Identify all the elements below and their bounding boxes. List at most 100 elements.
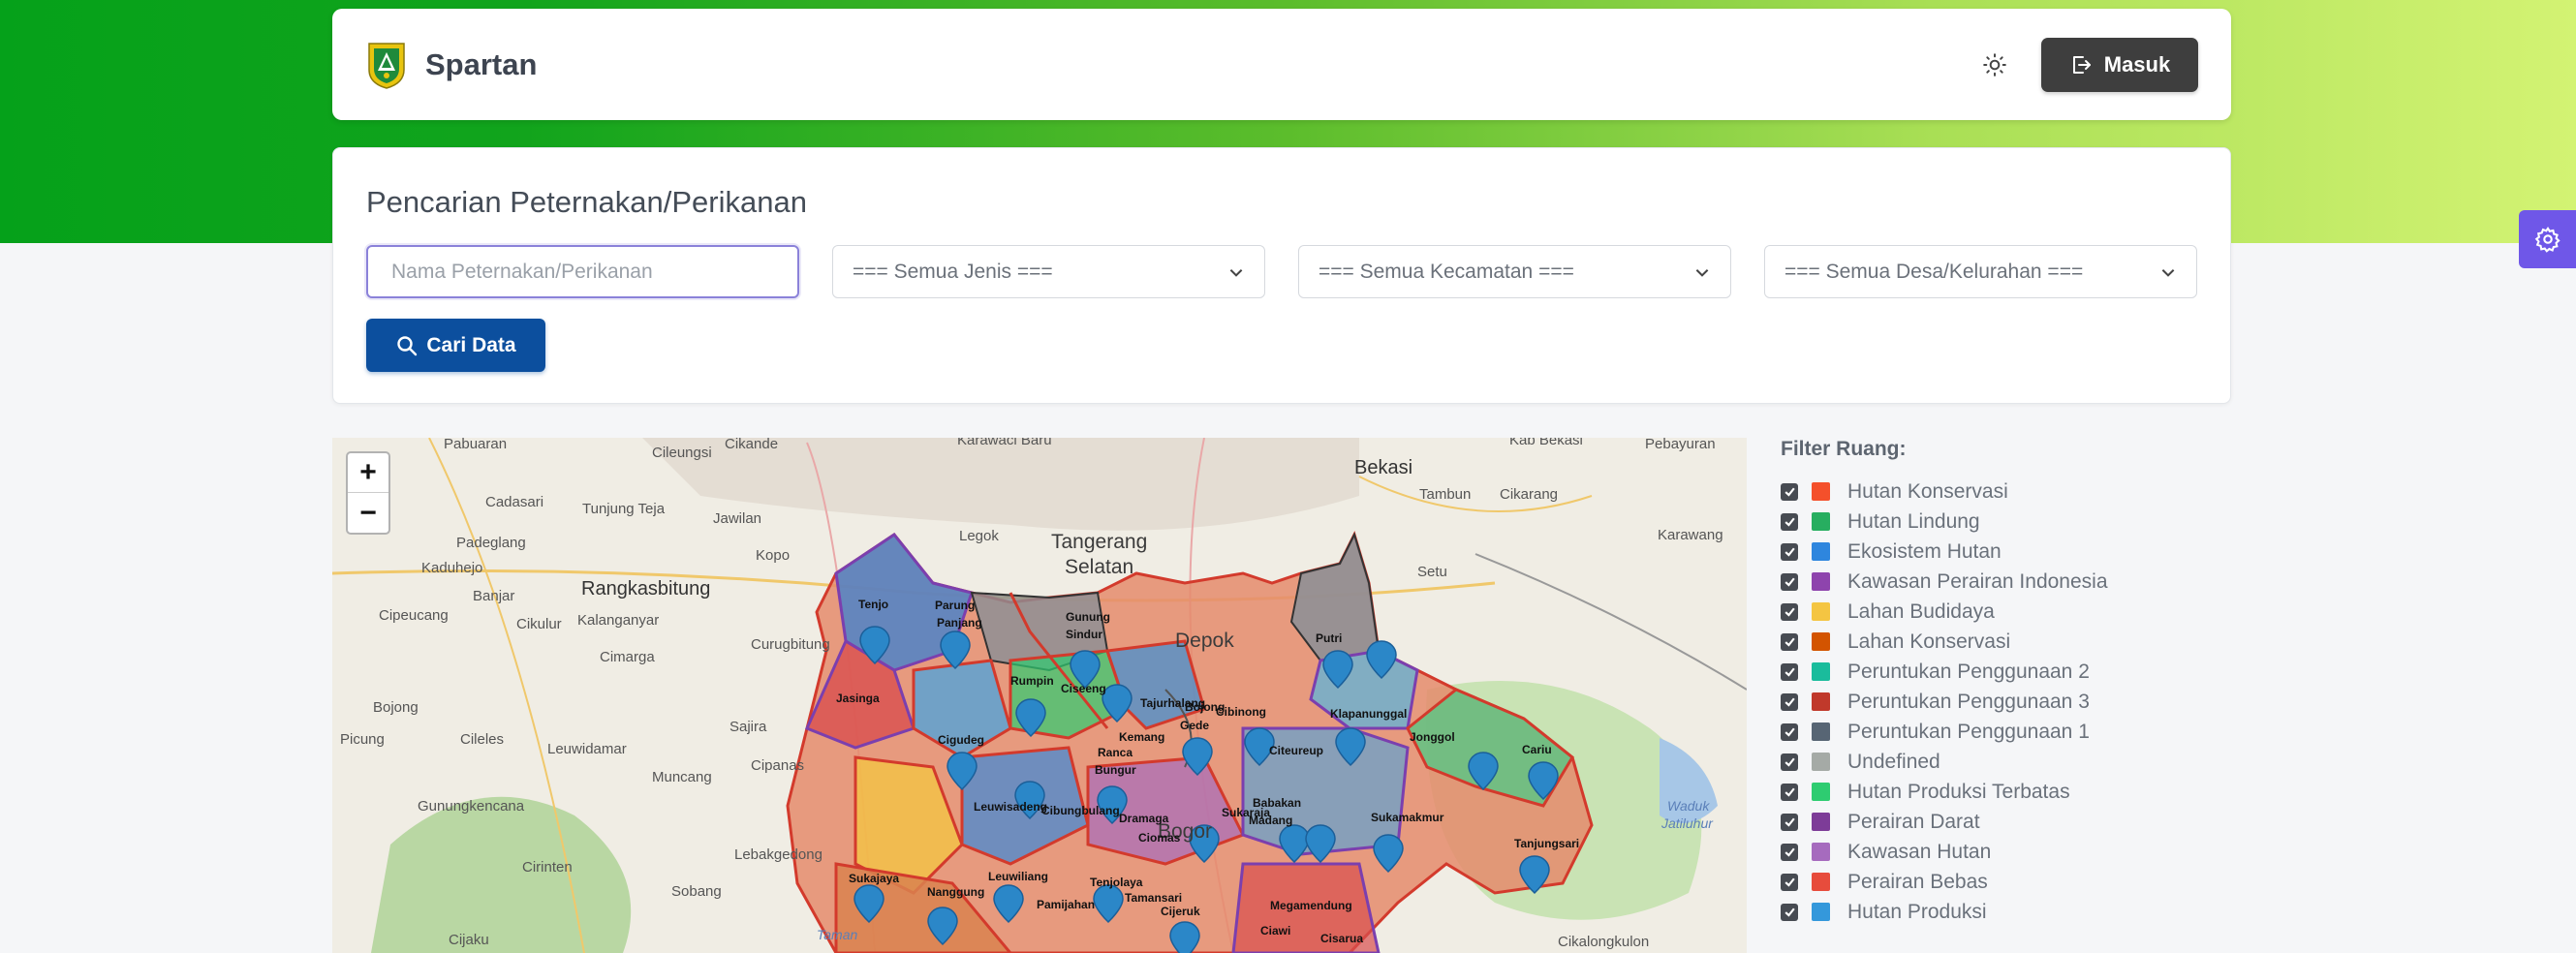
checkbox[interactable]	[1781, 512, 1798, 531]
settings-toggle-button[interactable]	[2519, 210, 2576, 268]
regency-logo-icon	[368, 42, 405, 89]
checkbox[interactable]	[1781, 873, 1798, 891]
map-label: Ciseeng	[1061, 682, 1106, 695]
map-label: Klapanunggal	[1330, 707, 1408, 721]
check-icon	[1784, 697, 1795, 707]
filter-item[interactable]: Lahan Budidaya	[1781, 597, 2188, 627]
map-label: Nanggung	[927, 885, 985, 899]
map-label: Tanjungsari	[1514, 837, 1580, 850]
map-label: Lebakgedong	[734, 846, 822, 863]
filter-item[interactable]: Hutan Produksi Terbatas	[1781, 777, 2188, 807]
filter-label: Kawasan Perairan Indonesia	[1847, 569, 2108, 593]
search-button-label: Cari Data	[426, 333, 516, 356]
filter-item[interactable]: Peruntukan Penggunaan 2	[1781, 657, 2188, 687]
map-label: Taman	[817, 927, 858, 942]
map-label: Dramaga	[1119, 812, 1169, 825]
legend-swatch	[1812, 662, 1830, 681]
checkbox[interactable]	[1781, 722, 1798, 741]
filter-item[interactable]: Peruntukan Penggunaan 3	[1781, 687, 2188, 717]
checkbox[interactable]	[1781, 572, 1798, 591]
gear-icon	[2534, 227, 2560, 253]
legend-swatch	[1812, 632, 1830, 651]
map-label: Pamijahan	[1037, 898, 1096, 911]
check-icon	[1784, 547, 1795, 557]
checkbox[interactable]	[1781, 813, 1798, 831]
top-navbar: Spartan Masuk	[332, 9, 2231, 120]
map-label: Tunjung Teja	[582, 501, 666, 517]
filter-item[interactable]: Perairan Bebas	[1781, 867, 2188, 897]
filter-label: Hutan Konservasi	[1847, 479, 2008, 503]
checkbox[interactable]	[1781, 903, 1798, 921]
checkbox[interactable]	[1781, 662, 1798, 681]
checkbox[interactable]	[1781, 602, 1798, 621]
filter-item[interactable]: Lahan Konservasi	[1781, 627, 2188, 657]
filter-item[interactable]: Perairan Darat	[1781, 807, 2188, 837]
check-icon	[1784, 637, 1795, 647]
map-label: Leuwisadeng	[974, 800, 1048, 814]
map-label: Tangerang	[1051, 531, 1148, 553]
map-label: Setu	[1417, 564, 1447, 580]
filter-label: Peruntukan Penggunaan 2	[1847, 660, 2090, 683]
check-icon	[1784, 607, 1795, 617]
checkbox[interactable]	[1781, 843, 1798, 861]
map-label: Jasinga	[836, 692, 880, 705]
legend-swatch	[1812, 482, 1830, 501]
legend-swatch	[1812, 542, 1830, 561]
map-label: Leuwiliang	[988, 870, 1049, 883]
district-select[interactable]: === Semua Kecamatan ===	[1298, 245, 1731, 298]
map-label: Gunung	[1066, 610, 1110, 624]
village-select-value: === Semua Desa/Kelurahan ===	[1785, 260, 2084, 283]
map-label: Tenjolaya	[1090, 876, 1143, 889]
village-select[interactable]: === Semua Desa/Kelurahan ===	[1764, 245, 2197, 298]
zoom-out-button[interactable]: −	[348, 493, 388, 533]
legend-swatch	[1812, 722, 1830, 741]
legend-swatch	[1812, 843, 1830, 861]
checkbox[interactable]	[1781, 632, 1798, 651]
filter-label: Lahan Budidaya	[1847, 599, 1995, 623]
map-label: Cikande	[725, 438, 779, 452]
checkbox[interactable]	[1781, 542, 1798, 561]
filter-item[interactable]: Kawasan Hutan	[1781, 837, 2188, 867]
map-label: Cijaku	[449, 932, 489, 948]
check-icon	[1784, 787, 1795, 797]
filter-item[interactable]: Hutan Produksi	[1781, 897, 2188, 927]
theme-toggle-button[interactable]	[1975, 46, 2014, 84]
check-icon	[1784, 847, 1795, 857]
map-label: Tamansari	[1125, 891, 1183, 905]
map-label: Cikalongkulon	[1558, 934, 1650, 950]
search-title: Pencarian Peternakan/Perikanan	[366, 185, 807, 219]
map-label: Kemang	[1119, 730, 1165, 744]
type-select-value: === Semua Jenis ===	[853, 260, 1053, 283]
check-icon	[1784, 577, 1795, 587]
map-view[interactable]: + − Pabuaran Cikande Karawaci Baru Kab B…	[332, 438, 1747, 953]
checkbox[interactable]	[1781, 482, 1798, 501]
search-button[interactable]: Cari Data	[366, 319, 545, 372]
map-label: Banjar	[473, 588, 515, 604]
district-select-value: === Semua Kecamatan ===	[1319, 260, 1574, 283]
checkbox[interactable]	[1781, 753, 1798, 771]
checkbox[interactable]	[1781, 692, 1798, 711]
map-label: Panjang	[937, 616, 982, 630]
chevron-down-icon	[1229, 268, 1243, 277]
filter-item[interactable]: Peruntukan Penggunaan 1	[1781, 717, 2188, 747]
map-label: Pabuaran	[444, 438, 508, 452]
filter-item[interactable]: Hutan Konservasi	[1781, 476, 2188, 507]
farm-name-input[interactable]	[366, 245, 799, 298]
map-label: Putri	[1316, 631, 1343, 645]
map-label: Ranca	[1098, 746, 1133, 759]
brand[interactable]: Spartan	[365, 41, 537, 89]
filter-item[interactable]: Hutan Lindung	[1781, 507, 2188, 537]
checkbox[interactable]	[1781, 783, 1798, 801]
zoom-in-button[interactable]: +	[348, 453, 388, 493]
map-label: Waduk	[1667, 798, 1710, 814]
map-label: Cileles	[460, 731, 505, 748]
filter-item[interactable]: Undefined	[1781, 747, 2188, 777]
map-label: Depok	[1175, 630, 1234, 652]
login-button[interactable]: Masuk	[2041, 37, 2198, 92]
type-select[interactable]: === Semua Jenis ===	[832, 245, 1265, 298]
filter-label: Perairan Darat	[1847, 810, 1980, 833]
filter-item[interactable]: Kawasan Perairan Indonesia	[1781, 567, 2188, 597]
map-label: Ciawi	[1260, 924, 1291, 938]
check-icon	[1784, 757, 1795, 767]
filter-item[interactable]: Ekosistem Hutan	[1781, 537, 2188, 567]
